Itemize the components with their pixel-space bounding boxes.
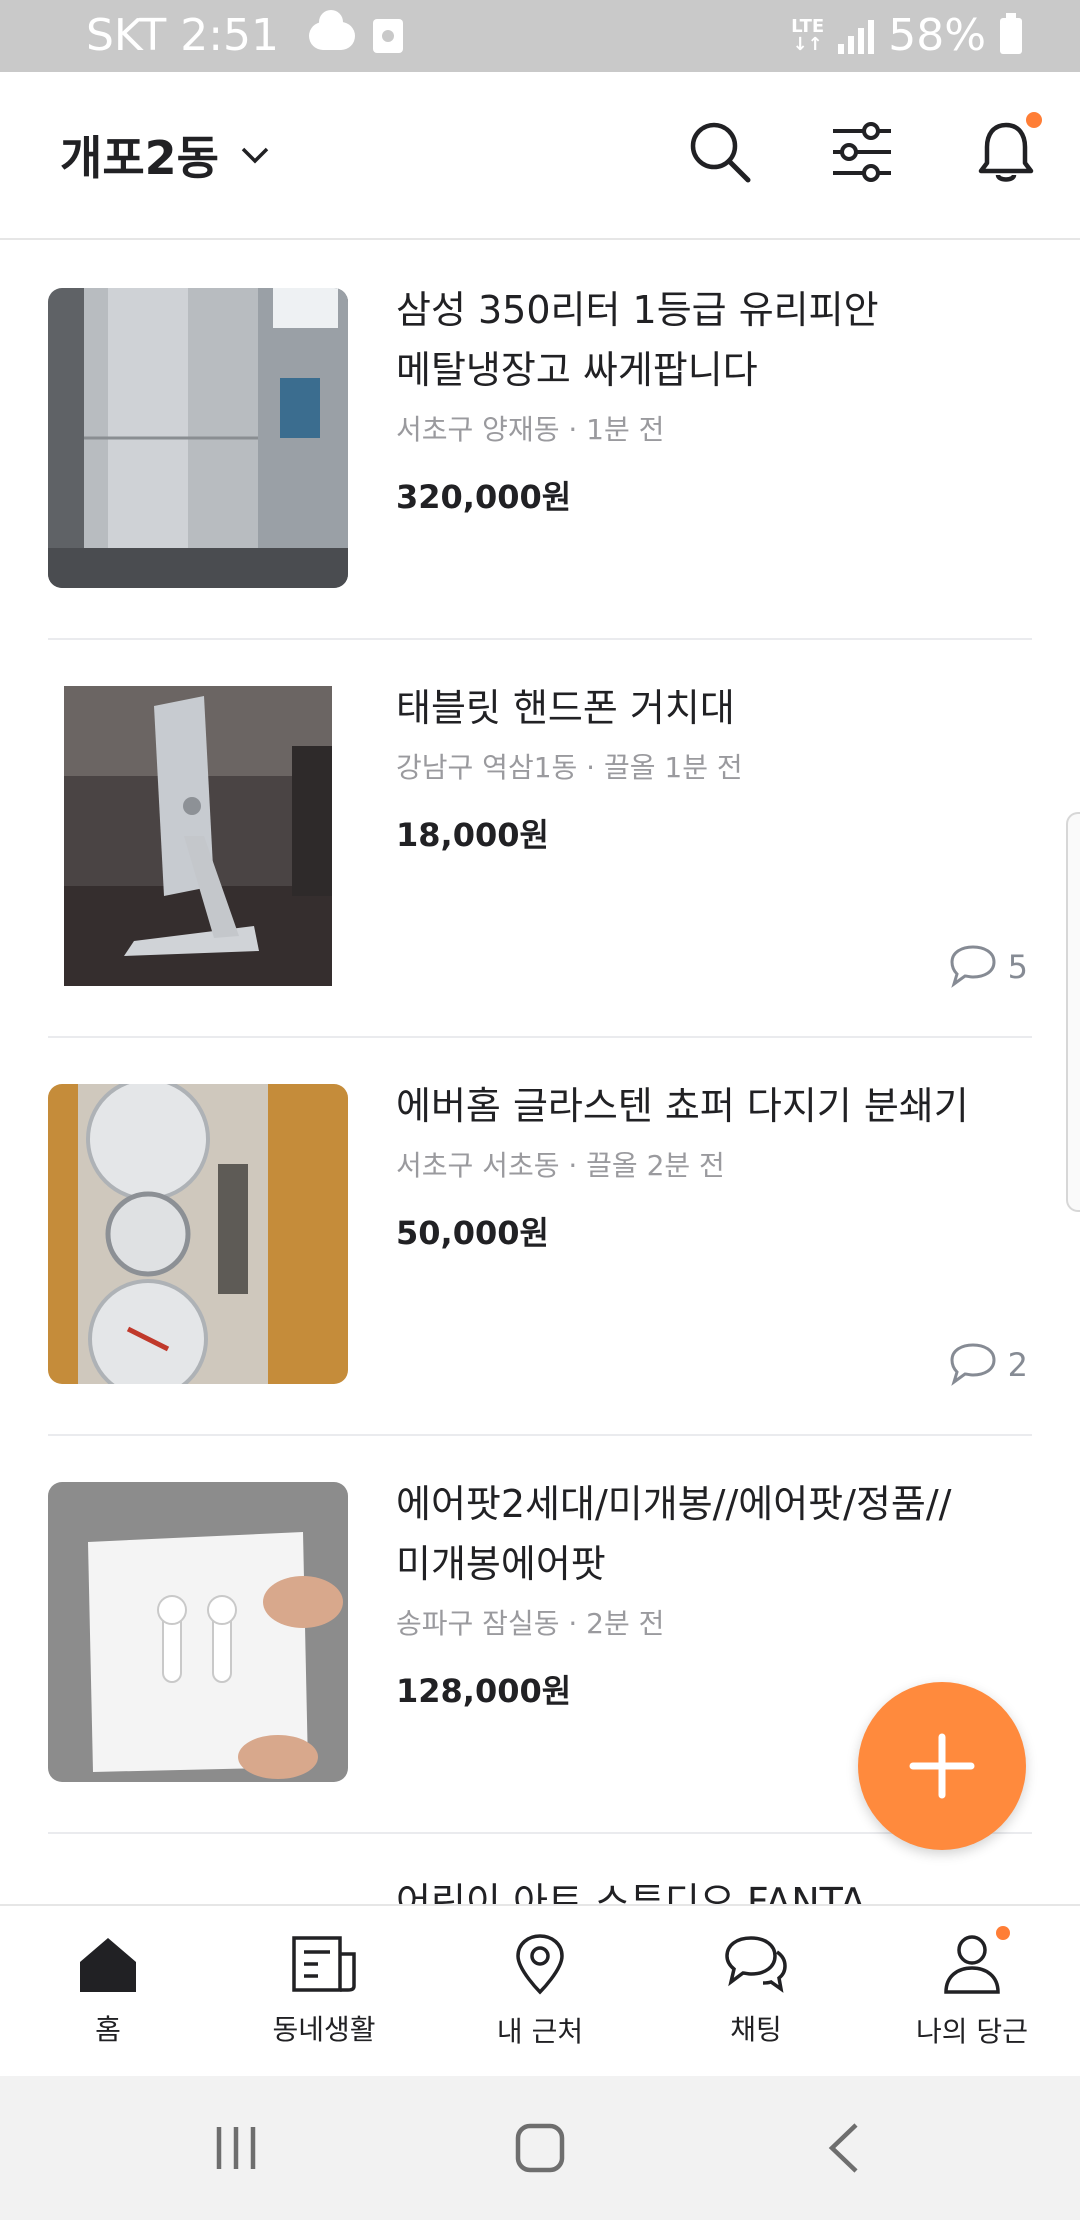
plus-icon [909,1733,975,1799]
scrollbar[interactable] [1066,812,1080,1212]
item-price: 320,000원 [396,478,572,516]
nav-label: 채팅 [730,2013,782,2046]
network-type: LTE ↓↑ [791,15,825,55]
home-system-button[interactable] [500,2116,580,2180]
item-title: 태블릿 핸드폰 거치대 [396,686,735,730]
location-label: 개포2동 [60,131,219,185]
nav-chat[interactable]: 채팅 [648,1906,864,2076]
nav-label: 홈 [95,2013,121,2046]
newspaper-icon [292,1936,356,1992]
back-chevron-icon [828,2123,858,2173]
item-title: 에어팟2세대/미개봉//에어팟/정품// 미개봉에어팟 [396,1482,952,1586]
item-info: 어린이 아트 스튜디오 FANTA [396,1872,996,1904]
chat-icon [725,1936,787,1993]
comment-count: 5 [946,944,1028,990]
comment-count-value: 2 [1007,1346,1028,1384]
location-selector[interactable]: 개포2동 [60,122,269,188]
nav-nearby[interactable]: 내 근처 [432,1906,648,2076]
filter-button[interactable] [822,112,902,192]
bell-icon [978,122,1034,182]
list-item[interactable]: 태블릿 핸드폰 거치대 강남구 역삼1동 · 끌올 1분 전 18,000원 5 [48,640,1032,1038]
product-image-chopper [48,1084,348,1384]
person-icon [944,1935,1000,1994]
item-title: 에버홈 글라스텐 쵸퍼 다지기 분쇄기 [396,1084,969,1128]
product-image-airpods [48,1482,348,1782]
status-left: SKT 2:51 [86,9,404,61]
comment-count-value: 5 [1007,948,1028,986]
search-icon [690,122,751,183]
item-price: 50,000원 [396,1214,549,1252]
nav-label: 나의 당근 [916,2015,1028,2048]
item-title: 삼성 350리터 1등급 유리피안 메탈냉장고 싸게팝니다 [396,288,879,392]
notification-dot [1026,112,1042,128]
nav-neighborhood-life[interactable]: 동네생활 [216,1906,432,2076]
nav-label: 동네생활 [272,2013,376,2046]
filter-icon [833,122,891,182]
chat-icon [950,1343,996,1386]
product-image-refrigerator [48,288,348,588]
list-item[interactable]: 어린이 아트 스튜디오 FANTA [48,1834,1032,1904]
item-info: 에버홈 글라스텐 쵸퍼 다지기 분쇄기 서초구 서초동 · 끌올 2분 전 50… [396,1076,996,1254]
bottom-nav: 홈 동네생활 내 근처 채팅 나의 당근 [0,1904,1080,2076]
product-list[interactable]: 삼성 350리터 1등급 유리피안 메탈냉장고 싸게팝니다 서초구 양재동 · … [0,242,1080,1904]
back-button[interactable] [804,2116,884,2180]
home-square-icon [515,2123,565,2173]
carrier-time: SKT 2:51 [86,10,280,61]
item-info: 에어팟2세대/미개봉//에어팟/정품// 미개봉에어팟 송파구 잠실동 · 2분… [396,1474,996,1712]
home-icon [80,1938,136,1992]
item-meta: 서초구 양재동 · 1분 전 [396,413,665,446]
nav-my-profile[interactable]: 나의 당근 [864,1906,1080,2076]
app-header: 개포2동 [0,72,1080,240]
signal-icon [838,18,875,54]
recent-apps-button[interactable] [196,2116,276,2180]
notification-button[interactable] [966,112,1046,192]
chat-icon [950,945,996,988]
app-notification-icon [373,18,404,53]
item-meta: 서초구 서초동 · 끌올 2분 전 [396,1149,725,1182]
status-bar: SKT 2:51 LTE ↓↑ 58% [0,0,1080,72]
search-button[interactable] [680,112,760,192]
nav-home[interactable]: 홈 [0,1906,216,2076]
location-pin-icon [516,1934,564,1995]
recent-apps-icon [216,2127,256,2169]
list-item[interactable]: 삼성 350리터 1등급 유리피안 메탈냉장고 싸게팝니다 서초구 양재동 · … [48,242,1032,640]
add-post-button[interactable] [858,1682,1026,1850]
nav-label: 내 근처 [496,2015,584,2048]
item-info: 태블릿 핸드폰 거치대 강남구 역삼1동 · 끌올 1분 전 18,000원 [396,678,996,856]
system-nav-bar [0,2076,1080,2220]
item-meta: 송파구 잠실동 · 2분 전 [396,1607,665,1640]
item-info: 삼성 350리터 1등급 유리피안 메탈냉장고 싸게팝니다 서초구 양재동 · … [396,280,996,518]
status-right: LTE ↓↑ 58% [791,10,1022,61]
profile-notification-dot [996,1926,1010,1940]
item-title: 어린이 아트 스튜디오 FANTA [396,1880,866,1904]
cloud-sync-icon [309,9,356,50]
battery-percent: 58% [888,10,986,61]
battery-icon [1000,12,1022,54]
item-price: 18,000원 [396,816,549,854]
list-item[interactable]: 에버홈 글라스텐 쵸퍼 다지기 분쇄기 서초구 서초동 · 끌올 2분 전 50… [48,1038,1032,1436]
item-meta: 강남구 역삼1동 · 끌올 1분 전 [396,751,743,784]
product-image-tablet-stand [64,686,332,986]
comment-count: 2 [946,1342,1028,1388]
chevron-down-icon [241,147,269,164]
